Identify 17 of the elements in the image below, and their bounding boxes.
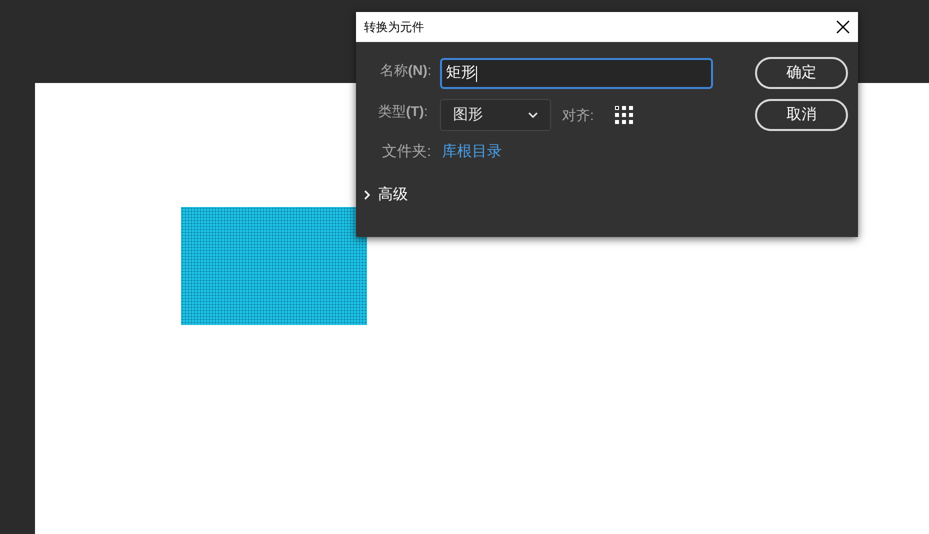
name-field[interactable]: 矩形 [440,58,713,89]
name-label: 名称(N): [380,61,432,80]
registration-point[interactable] [615,106,619,110]
close-icon[interactable] [836,20,850,34]
align-label: 对齐: [562,106,594,125]
advanced-toggle[interactable]: 高级 [364,184,408,206]
cancel-button[interactable]: 取消 [755,99,848,131]
type-dropdown[interactable]: 图形 [440,99,551,131]
ok-button[interactable]: 确定 [755,57,848,89]
type-label: 类型(T): [378,102,428,121]
rectangle-shape[interactable] [181,207,367,325]
chevron-down-icon [528,112,538,118]
folder-link[interactable]: 库根目录 [442,141,502,164]
chevron-right-icon [364,190,370,200]
dialog-title: 转换为元件 [364,19,424,36]
folder-label: 文件夹: [382,142,432,162]
registration-grid[interactable] [614,105,634,125]
